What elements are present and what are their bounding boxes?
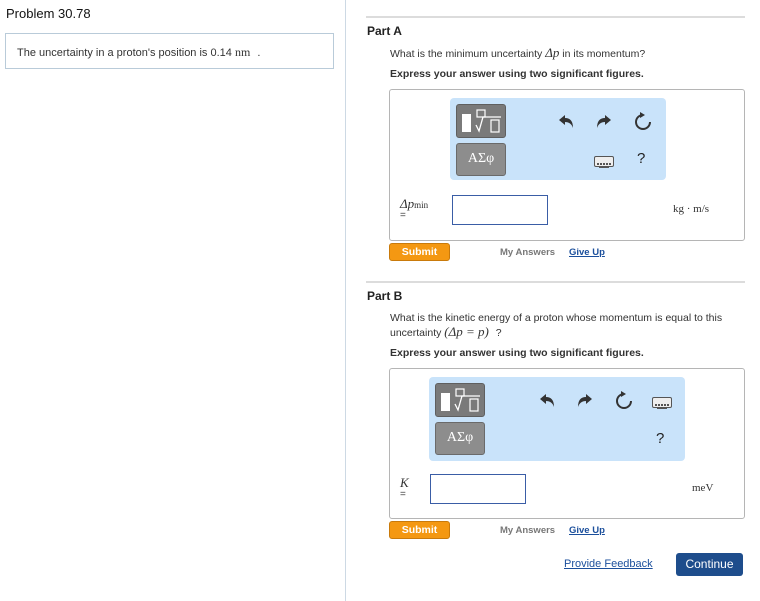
templates-icon bbox=[441, 388, 480, 412]
part-b-question-end: ? bbox=[495, 327, 502, 339]
part-a-answer-input[interactable] bbox=[452, 195, 548, 225]
statement-end: . bbox=[257, 47, 261, 59]
templates-icon bbox=[462, 109, 501, 133]
part-a-greek-button[interactable]: ΑΣφ bbox=[456, 143, 506, 176]
undo-icon[interactable] bbox=[536, 390, 558, 412]
continue-button[interactable]: Continue bbox=[676, 553, 743, 576]
part-a-question-math: Δp bbox=[545, 45, 560, 60]
part-a-question: What is the minimum uncertainty Δp in it… bbox=[390, 46, 740, 61]
keyboard-icon[interactable] bbox=[652, 397, 672, 409]
part-a-my-answers[interactable]: My Answers bbox=[500, 247, 555, 258]
part-b-give-up-link[interactable]: Give Up bbox=[569, 525, 605, 536]
part-b-title: Part B bbox=[367, 289, 403, 303]
part-a-submit-button[interactable]: Submit bbox=[389, 243, 450, 261]
part-b-my-answers[interactable]: My Answers bbox=[500, 525, 555, 536]
part-a-help-button[interactable]: ? bbox=[637, 150, 645, 167]
part-b-help-button[interactable]: ? bbox=[656, 430, 664, 447]
part-b-template-button[interactable] bbox=[435, 383, 485, 417]
problem-pane bbox=[0, 0, 346, 601]
statement-text: The uncertainty in a proton's position i… bbox=[17, 47, 232, 59]
statement-unit: nm bbox=[234, 45, 251, 59]
part-b-equals: = bbox=[400, 489, 406, 500]
part-b-greek-button[interactable]: ΑΣφ bbox=[435, 422, 485, 455]
part-b-question-math: (Δp = p) bbox=[444, 324, 489, 339]
keyboard-icon[interactable] bbox=[594, 156, 614, 168]
part-a-question-text: What is the minimum uncertainty bbox=[390, 48, 543, 60]
part-a-template-button[interactable] bbox=[456, 104, 506, 138]
part-b-divider bbox=[366, 281, 745, 283]
problem-statement: The uncertainty in a proton's position i… bbox=[5, 33, 334, 69]
part-a-var-sub: min bbox=[414, 200, 429, 210]
part-b-answer-input[interactable] bbox=[430, 474, 526, 504]
part-b-submit-button[interactable]: Submit bbox=[389, 521, 450, 539]
provide-feedback-link[interactable]: Provide Feedback bbox=[564, 558, 653, 570]
reset-icon[interactable] bbox=[632, 111, 654, 133]
part-b-instruction: Express your answer using two significan… bbox=[390, 347, 644, 359]
part-a-divider bbox=[366, 16, 745, 18]
part-a-instruction: Express your answer using two significan… bbox=[390, 68, 644, 80]
part-a-question-end: in its momentum? bbox=[562, 48, 646, 60]
part-b-question-text: What is the kinetic energy of a proton w… bbox=[390, 312, 723, 339]
part-a-give-up-link[interactable]: Give Up bbox=[569, 247, 605, 258]
undo-icon[interactable] bbox=[555, 111, 577, 133]
problem-title: Problem 30.78 bbox=[6, 6, 91, 21]
part-a-unit: kg · m/s bbox=[673, 203, 710, 215]
redo-icon[interactable] bbox=[574, 390, 596, 412]
part-a-var-symbol: Δp bbox=[400, 196, 415, 211]
part-b-question: What is the kinetic energy of a proton w… bbox=[390, 312, 745, 340]
redo-icon[interactable] bbox=[593, 111, 615, 133]
part-a-title: Part A bbox=[367, 24, 402, 38]
reset-icon[interactable] bbox=[613, 390, 635, 412]
part-b-unit: meV bbox=[692, 482, 714, 494]
part-a-equals: = bbox=[400, 210, 406, 221]
